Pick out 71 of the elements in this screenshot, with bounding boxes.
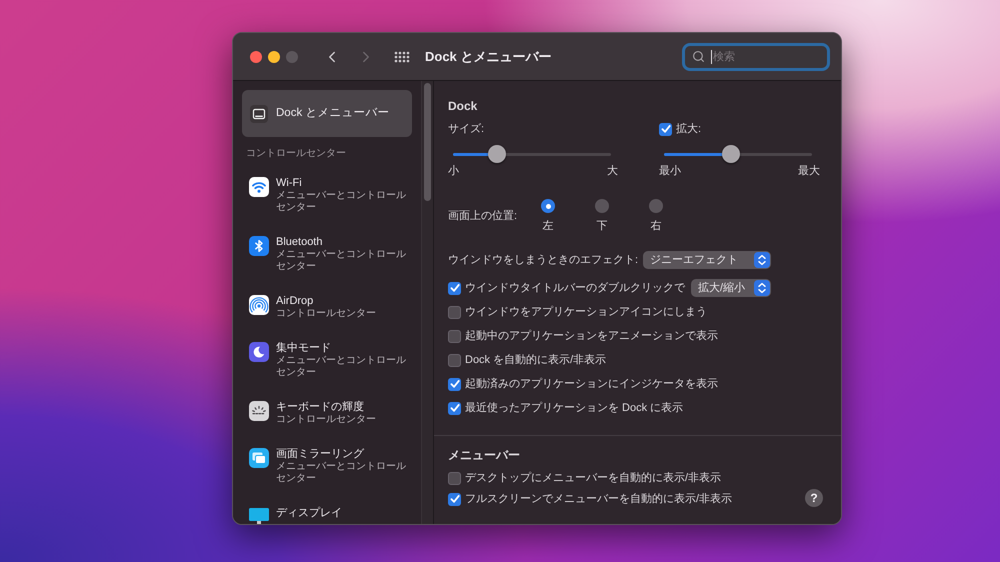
moon-icon <box>249 342 269 362</box>
sidebar-item[interactable]: 画面ミラーリング メニューバーとコントロールセンター <box>233 436 421 495</box>
radio-button[interactable] <box>595 199 609 213</box>
keyboard-brightness-icon <box>249 400 269 420</box>
close-button[interactable] <box>250 50 262 62</box>
checkmark-icon <box>450 379 460 389</box>
grid-icon[interactable] <box>394 50 410 62</box>
size-slider[interactable] <box>453 145 611 163</box>
sidebar-item[interactable]: AirDrop コントロールセンター <box>233 283 421 330</box>
text-cursor <box>711 50 712 64</box>
setting-label: サイズ: <box>448 122 486 136</box>
radio-label: 左 <box>542 219 554 233</box>
bluetooth-icon <box>249 236 269 256</box>
slider-max-label: 最大 <box>798 164 820 178</box>
checkbox[interactable] <box>448 402 461 414</box>
help-button[interactable]: ? <box>805 489 823 507</box>
minimize-button[interactable] <box>268 50 280 62</box>
option-label: ウインドウタイトルバーのダブルクリックで <box>465 281 685 295</box>
checkmark-icon <box>660 124 670 134</box>
option-label: 起動中のアプリケーションをアニメーションで表示 <box>465 329 718 343</box>
checkbox[interactable] <box>659 122 672 136</box>
option-label: Dock を自動的に表示/非表示 <box>465 353 606 367</box>
checkmark-icon <box>450 283 460 293</box>
sidebar-item[interactable]: 集中モード メニューバーとコントロールセンター <box>233 330 421 389</box>
checkbox[interactable] <box>448 354 461 366</box>
overlapping-screens-icon <box>249 448 269 468</box>
option-label: フルスクリーンでメニューバーを自動的に表示/非表示 <box>465 492 732 506</box>
sidebar-item[interactable]: キーボードの輝度 コントロールセンター <box>233 389 421 436</box>
setting-label: ウインドウをしまうときのエフェクト: <box>448 253 638 267</box>
scrollbar-thumb[interactable] <box>424 83 431 201</box>
section-title: メニューバー <box>448 447 521 463</box>
checkbox[interactable] <box>448 330 461 342</box>
slider-thumb[interactable] <box>722 145 740 163</box>
sidebar-item[interactable]: Dock とメニューバー <box>242 90 412 137</box>
sidebar-section-header: コントロールセンター <box>245 148 347 160</box>
sidebar-item[interactable]: ディスプレイ <box>233 495 421 524</box>
option-label: 起動済みのアプリケーションにインジケータを表示 <box>465 377 718 391</box>
window-dock-icon <box>250 104 268 122</box>
setting-label: 拡大: <box>676 122 702 136</box>
stepper-icon <box>754 252 770 268</box>
slider-min-label: 小 <box>448 164 459 178</box>
sidebar-item[interactable]: Wi-Fi メニューバーとコントロールセンター <box>233 165 421 224</box>
slider-thumb[interactable] <box>488 145 506 163</box>
window-title: Dock とメニューバー <box>425 48 552 66</box>
slider-min-label: 最小 <box>659 164 681 178</box>
checkbox[interactable] <box>448 378 461 390</box>
option-label: ウインドウをアプリケーションアイコンにしまう <box>465 305 707 319</box>
stepper-icon <box>754 280 770 296</box>
option-label: 最近使ったアプリケーションを Dock に表示 <box>465 401 684 415</box>
radio-label: 右 <box>650 219 662 233</box>
checkmark-icon <box>450 403 460 413</box>
radio-button[interactable] <box>541 199 555 213</box>
wifi-icon <box>249 176 269 196</box>
setting-label: 画面上の位置: <box>448 209 518 223</box>
radio-label: 下 <box>596 219 608 233</box>
concentric-rings-icon <box>249 294 269 314</box>
checkbox[interactable] <box>448 472 461 484</box>
section-title: Dock <box>448 98 478 114</box>
checkbox[interactable] <box>448 492 461 506</box>
slider-max-label: 大 <box>607 164 618 178</box>
effect-popup[interactable]: ジニーエフェクト <box>643 251 772 269</box>
search-icon <box>692 50 705 63</box>
radio-button[interactable] <box>649 199 663 213</box>
sidebar-item[interactable]: Bluetooth メニューバーとコントロールセンター <box>233 224 421 283</box>
checkbox[interactable] <box>448 306 461 318</box>
option-label: デスクトップにメニューバーを自動的に表示/非表示 <box>465 471 722 485</box>
checkmark-icon <box>450 494 460 504</box>
magnification-slider[interactable] <box>664 145 812 163</box>
checkbox[interactable] <box>448 282 461 294</box>
display-icon <box>249 506 269 524</box>
zoom-popup[interactable]: 拡大/縮小 <box>691 279 771 297</box>
